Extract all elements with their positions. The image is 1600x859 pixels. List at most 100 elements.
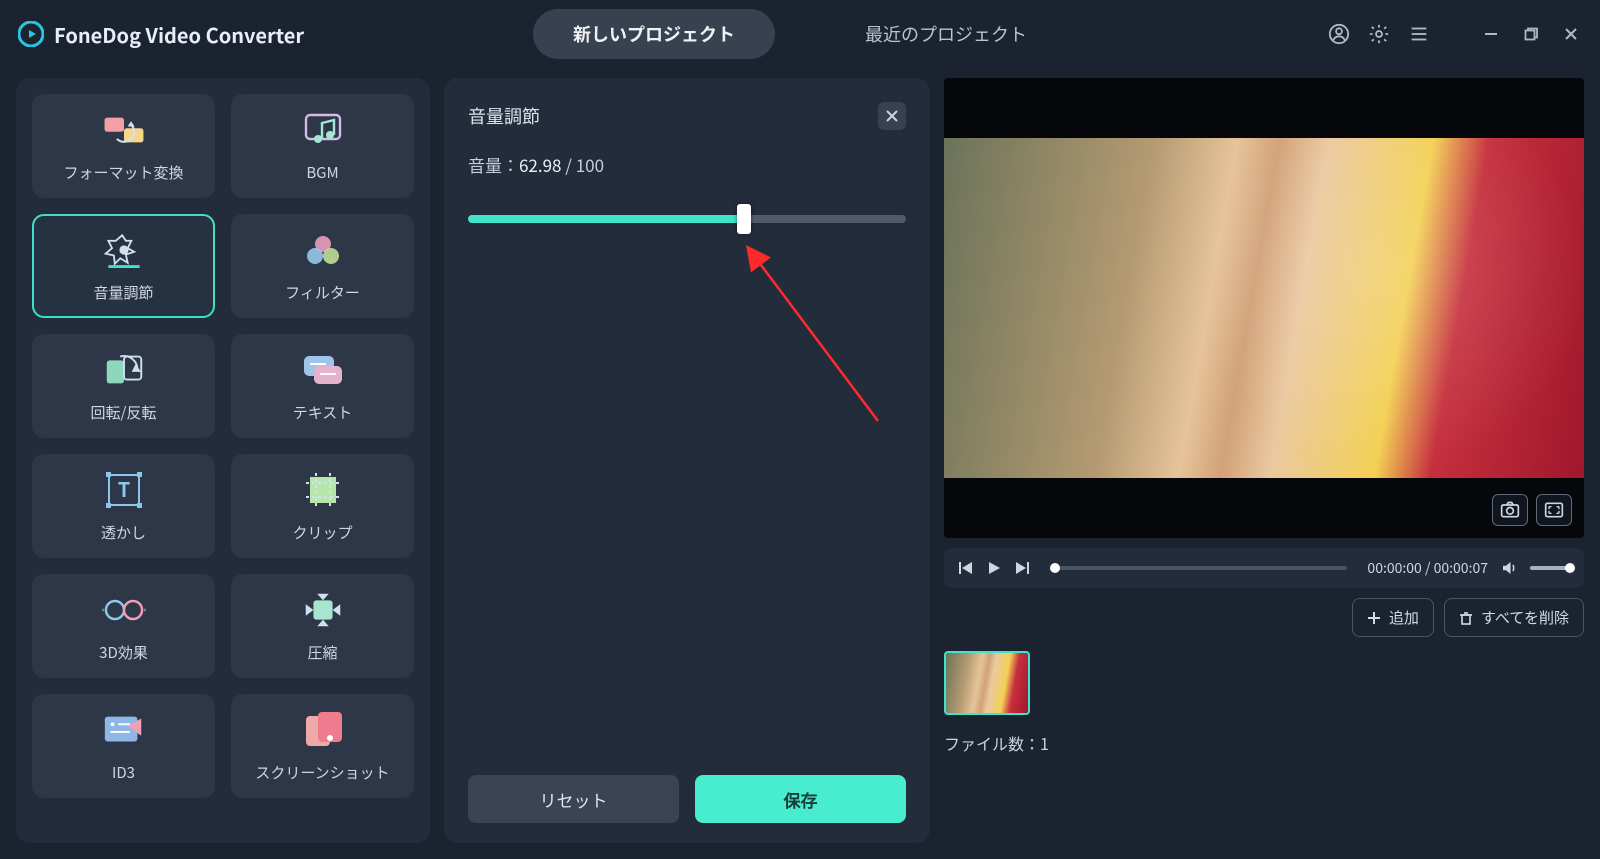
video-preview <box>944 78 1584 538</box>
delete-all-button[interactable]: すべてを削除 <box>1444 598 1584 637</box>
volume-prefix: 音量： <box>468 152 519 177</box>
tool-sidebar: フォーマット変換 BGM 音量調節 フィルター 回転/反転 テキスト T 透かし… <box>16 78 430 843</box>
file-list-area: 追加 すべてを削除 ファイル数：1 <box>944 598 1584 843</box>
tool-tile-clip[interactable]: クリップ <box>231 454 414 558</box>
tool-tile-label: 音量調節 <box>93 282 153 303</box>
progress-handle[interactable] <box>1050 563 1060 573</box>
time-current: 00:00:00 <box>1367 558 1421 578</box>
tab-new-project[interactable]: 新しいプロジェクト <box>533 9 775 59</box>
tab-recent-projects[interactable]: 最近のプロジェクト <box>825 9 1067 59</box>
tool-tile-label: フォーマット変換 <box>63 162 183 183</box>
fullscreen-button[interactable] <box>1536 494 1572 526</box>
window-maximize-button[interactable] <box>1520 23 1542 45</box>
file-count: ファイル数：1 <box>944 731 1584 755</box>
tool-tile-label: スクリーンショット <box>255 762 389 783</box>
file-count-prefix: ファイル数： <box>944 731 1040 755</box>
prev-button[interactable] <box>958 560 974 576</box>
file-thumb-row <box>944 651 1584 715</box>
video-frame <box>944 138 1584 478</box>
annotation-arrow-icon <box>738 241 958 461</box>
tool-tile-rotate-flip[interactable]: 回転/反転 <box>32 334 215 438</box>
volume-slider[interactable] <box>468 207 906 231</box>
menu-icon[interactable] <box>1408 23 1430 45</box>
volume-readout: 音量：62.98 / 100 <box>468 152 906 177</box>
text-icon <box>300 350 346 390</box>
svg-text:T: T <box>117 474 130 503</box>
app-logo-group: FoneDog Video Converter <box>18 20 304 49</box>
main-layout: フォーマット変換 BGM 音量調節 フィルター 回転/反転 テキスト T 透かし… <box>0 68 1600 859</box>
screenshot-icon <box>300 710 346 750</box>
volume-suffix: / 100 <box>561 152 604 177</box>
preview-actions <box>1492 494 1572 526</box>
tool-tile-label: 透かし <box>101 522 146 543</box>
panel-close-button[interactable] <box>878 102 906 130</box>
add-file-label: 追加 <box>1389 607 1419 628</box>
tool-tile-label: 回転/反転 <box>91 402 157 423</box>
tool-tile-label: ID3 <box>112 762 135 783</box>
title-icon-group <box>1328 23 1582 45</box>
window-close-button[interactable] <box>1560 23 1582 45</box>
volume-value: 62.98 <box>519 152 561 177</box>
time-display: 00:00:00 / 00:00:07 <box>1367 558 1488 578</box>
tool-tile-label: 3D効果 <box>99 642 148 663</box>
tool-tile-text[interactable]: テキスト <box>231 334 414 438</box>
slider-fill <box>468 215 744 223</box>
slider-thumb[interactable] <box>737 204 751 234</box>
panel-title: 音量調節 <box>468 103 540 129</box>
clip-icon <box>300 470 346 510</box>
settings-gear-icon[interactable] <box>1368 23 1390 45</box>
compress-icon <box>300 590 346 630</box>
volume-adjust-icon <box>101 230 147 270</box>
rotate-flip-icon <box>101 350 147 390</box>
tool-tile-3d-effect[interactable]: 3D効果 <box>32 574 215 678</box>
tool-sidebar-scroll[interactable]: フォーマット変換 BGM 音量調節 フィルター 回転/反転 テキスト T 透かし… <box>32 94 424 827</box>
titlebar: FoneDog Video Converter 新しいプロジェクト 最近のプロジ… <box>0 0 1600 68</box>
save-button[interactable]: 保存 <box>695 775 906 823</box>
tool-tile-label: テキスト <box>293 402 353 423</box>
panel-header: 音量調節 <box>468 102 906 130</box>
tool-tile-watermark[interactable]: T 透かし <box>32 454 215 558</box>
app-logo-icon <box>18 21 44 47</box>
play-button[interactable] <box>986 560 1002 576</box>
bgm-icon <box>300 110 346 150</box>
tool-tile-format-convert[interactable]: フォーマット変換 <box>32 94 215 198</box>
tool-tile-compress[interactable]: 圧縮 <box>231 574 414 678</box>
player-controls: 00:00:00 / 00:00:07 <box>944 548 1584 588</box>
filter-icon <box>300 230 346 270</box>
tool-tile-volume-adjust[interactable]: 音量調節 <box>32 214 215 318</box>
format-convert-icon <box>101 110 147 150</box>
tool-tile-id3[interactable]: ID3 <box>32 694 215 798</box>
tool-tile-label: フィルター <box>285 282 360 303</box>
tool-tile-label: BGM <box>306 162 338 183</box>
tool-tile-screenshot[interactable]: スクリーンショット <box>231 694 414 798</box>
next-button[interactable] <box>1014 560 1030 576</box>
panel-footer: リセット 保存 <box>468 775 906 823</box>
slider-track <box>468 215 906 223</box>
tool-tile-label: クリップ <box>292 522 352 543</box>
playback-buttons <box>958 560 1030 576</box>
account-icon[interactable] <box>1328 23 1350 45</box>
project-tabs: 新しいプロジェクト 最近のプロジェクト <box>533 9 1067 59</box>
delete-all-label: すべてを削除 <box>1481 607 1569 628</box>
snapshot-button[interactable] <box>1492 494 1528 526</box>
file-actions: 追加 すべてを削除 <box>944 598 1584 637</box>
add-file-button[interactable]: 追加 <box>1352 598 1434 637</box>
panel-body <box>468 231 906 775</box>
time-duration: 00:00:07 <box>1434 558 1488 578</box>
volume-icon[interactable] <box>1500 559 1518 577</box>
settings-panel: 音量調節 音量：62.98 / 100 <box>444 78 930 843</box>
tool-tile-bgm[interactable]: BGM <box>231 94 414 198</box>
tool-tile-filter[interactable]: フィルター <box>231 214 414 318</box>
mini-volume-slider[interactable] <box>1530 566 1570 570</box>
app-title: FoneDog Video Converter <box>54 20 304 49</box>
reset-button[interactable]: リセット <box>468 775 679 823</box>
progress-bar[interactable] <box>1050 566 1347 570</box>
window-minimize-button[interactable] <box>1480 23 1502 45</box>
file-thumbnail[interactable] <box>944 651 1030 715</box>
id3-icon <box>101 710 147 750</box>
3d-effect-icon <box>101 590 147 630</box>
file-count-value: 1 <box>1040 731 1049 755</box>
watermark-icon: T <box>101 470 147 510</box>
time-separator: / <box>1422 558 1434 578</box>
tool-tile-label: 圧縮 <box>307 642 337 663</box>
